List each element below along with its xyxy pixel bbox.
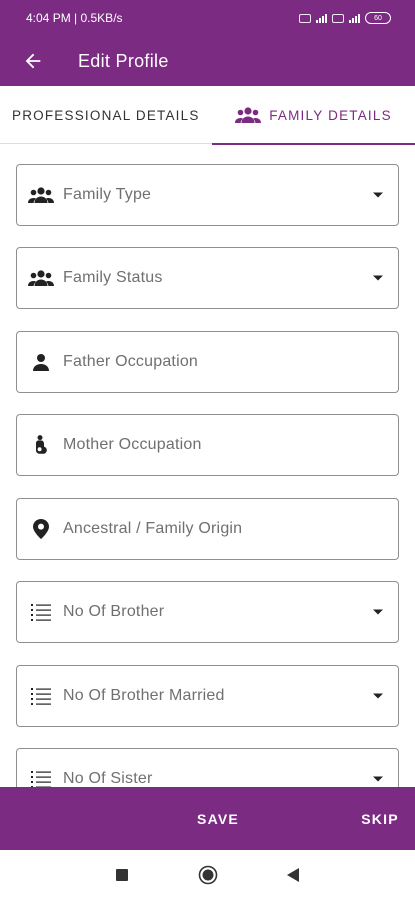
caret-down-icon	[373, 609, 383, 615]
back-button[interactable]	[0, 36, 66, 86]
no-of-sister-dropdown[interactable]: No Of Sister	[16, 748, 399, 787]
volte-icon	[299, 13, 311, 23]
page-title: Edit Profile	[78, 50, 169, 71]
tab-professional-details[interactable]: PROFESSIONAL DETAILS	[0, 86, 212, 144]
people-icon	[28, 187, 54, 203]
tab-label: FAMILY DETAILS	[269, 107, 392, 123]
field-label: Father Occupation	[63, 353, 199, 370]
mother-icon	[36, 435, 47, 454]
status-left: 4:04 PM | 0.5KB/s	[26, 11, 123, 25]
home-circle-icon	[198, 865, 218, 885]
caret-down-icon	[373, 776, 383, 782]
bottom-action-bar: SAVE SKIP	[0, 787, 415, 850]
ancestral-origin-field[interactable]: Ancestral / Family Origin	[16, 498, 399, 560]
field-label: No Of Sister	[63, 770, 153, 787]
square-icon	[116, 869, 128, 881]
tab-bar: PROFESSIONAL DETAILS FAMILY DETAILS	[0, 86, 415, 145]
field-label: Mother Occupation	[63, 436, 202, 453]
tab-label: PROFESSIONAL DETAILS	[12, 107, 200, 123]
back-nav-button[interactable]	[280, 862, 306, 888]
triangle-back-icon	[287, 868, 299, 882]
no-of-brother-married-dropdown[interactable]: No Of Brother Married	[16, 665, 399, 727]
status-time: 4:04 PM	[26, 11, 71, 25]
field-label: Family Type	[63, 186, 152, 203]
caret-down-icon	[373, 275, 383, 281]
people-icon	[28, 270, 54, 286]
caret-down-icon	[373, 192, 383, 198]
signal-icon	[316, 13, 327, 23]
skip-button[interactable]: SKIP	[354, 787, 406, 850]
status-bar: 4:04 PM | 0.5KB/s 60	[0, 0, 415, 36]
wifi-signal-icon	[349, 13, 360, 23]
field-label: No Of Brother	[63, 603, 165, 620]
list-icon	[31, 771, 51, 787]
field-label: No Of Brother Married	[63, 687, 225, 704]
sim-icon	[332, 13, 344, 23]
list-icon	[31, 604, 51, 621]
arrow-left-icon	[25, 53, 41, 69]
list-icon	[31, 688, 51, 705]
caret-down-icon	[373, 693, 383, 699]
field-label: Ancestral / Family Origin	[63, 520, 243, 537]
status-icons: 60	[299, 12, 391, 24]
recents-button[interactable]	[109, 862, 135, 888]
app-bar: Edit Profile	[0, 36, 415, 86]
father-occupation-field[interactable]: Father Occupation	[16, 331, 399, 393]
no-of-brother-dropdown[interactable]: No Of Brother	[16, 581, 399, 643]
family-type-dropdown[interactable]: Family Type	[16, 164, 399, 226]
home-button[interactable]	[195, 862, 221, 888]
person-icon	[33, 354, 49, 371]
people-icon	[235, 107, 262, 123]
family-details-form: Family Type Family Status Father Occupat…	[0, 145, 415, 787]
family-status-dropdown[interactable]: Family Status	[16, 247, 399, 309]
battery-icon: 60	[365, 12, 391, 24]
mother-occupation-field[interactable]: Mother Occupation	[16, 414, 399, 476]
field-label: Family Status	[63, 269, 163, 286]
tab-family-details[interactable]: FAMILY DETAILS	[212, 86, 415, 145]
location-pin-icon	[33, 519, 49, 539]
status-network-speed: 0.5KB/s	[80, 11, 123, 25]
system-nav-bar	[0, 850, 415, 900]
save-button[interactable]: SAVE	[190, 787, 246, 850]
